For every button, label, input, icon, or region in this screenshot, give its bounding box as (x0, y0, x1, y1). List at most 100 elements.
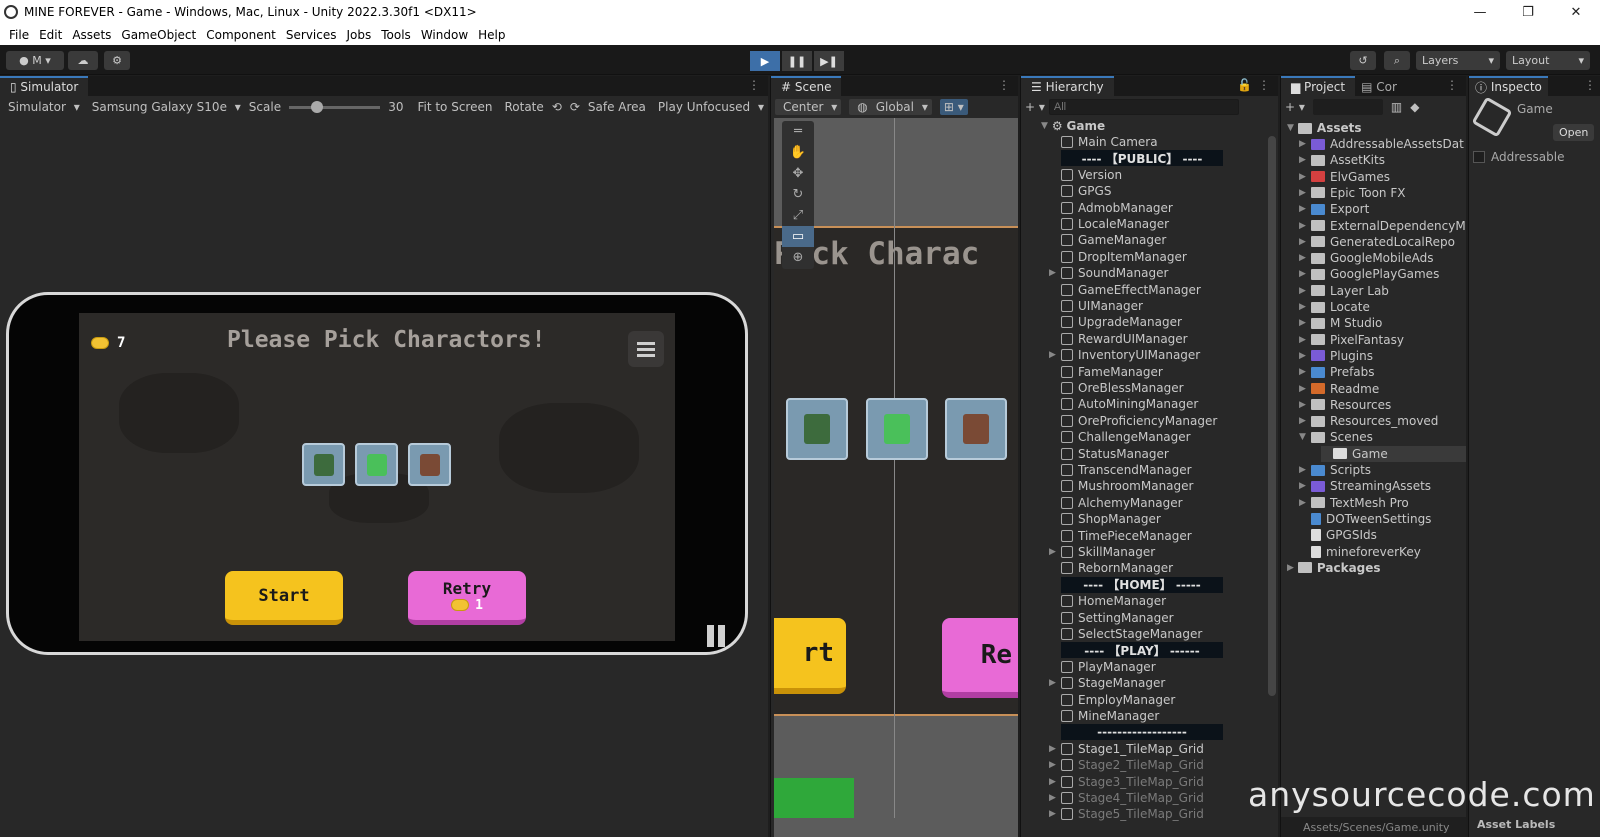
menu-gameobject[interactable]: GameObject (121, 28, 196, 42)
expand-arrow-icon[interactable]: ▶ (1299, 253, 1311, 263)
hierarchy-item[interactable]: ▶ Stage3_TileMap_Grid (1049, 774, 1204, 790)
hierarchy-separator[interactable]: ------------------ (1061, 724, 1223, 741)
project-folder[interactable]: ▶ Epic Toon FX (1299, 185, 1405, 201)
project-folder[interactable]: ▶ PixelFantasy (1299, 332, 1404, 348)
hierarchy-item[interactable]: ▶ StageManager (1049, 675, 1165, 691)
menu-assets[interactable]: Assets (72, 28, 111, 42)
project-folder[interactable]: ▶ ElvGames (1299, 169, 1390, 185)
project-folder[interactable]: ▶ GeneratedLocalRepo (1299, 234, 1455, 250)
character-slot-boy[interactable] (408, 443, 451, 486)
hierarchy-item[interactable]: OreProficiencyManager (1061, 413, 1217, 429)
menu-edit[interactable]: Edit (39, 28, 62, 42)
filter-icon[interactable]: ▥ (1391, 100, 1402, 114)
expand-arrow-icon[interactable]: ▶ (1299, 155, 1311, 165)
kebab-menu-icon[interactable]: ⋮ (998, 78, 1010, 92)
expand-arrow-icon[interactable]: ▶ (1299, 302, 1311, 312)
tab-simulator[interactable]: ▯ Simulator (0, 76, 89, 96)
cloud-icon[interactable]: ☁ (68, 51, 98, 70)
hierarchy-item[interactable]: ▶ Stage2_TileMap_Grid (1049, 757, 1204, 773)
play-button[interactable]: ▶ (750, 51, 780, 71)
hierarchy-item[interactable]: AutoMiningManager (1061, 396, 1198, 412)
kebab-menu-icon[interactable]: ⋮ (1584, 78, 1596, 92)
hierarchy-separator[interactable]: ---- 【HOME】 ----- (1061, 576, 1223, 593)
expand-arrow-icon[interactable]: ▼ (1299, 432, 1311, 442)
hand-tool-icon[interactable]: ✋ (782, 142, 814, 163)
hierarchy-item[interactable]: AlchemyManager (1061, 495, 1183, 511)
hierarchy-item[interactable]: AdmobManager (1061, 200, 1173, 216)
tab-hierarchy[interactable]: ☰ Hierarchy (1021, 76, 1114, 96)
expand-arrow-icon[interactable]: ▶ (1299, 318, 1311, 328)
minimize-icon[interactable]: — (1456, 0, 1504, 24)
hierarchy-item[interactable]: FameManager (1061, 364, 1163, 380)
project-folder[interactable]: ▶ Layer Lab (1299, 283, 1389, 299)
scale-slider[interactable] (289, 100, 381, 113)
rotate-left-icon[interactable]: ⟲ (552, 100, 562, 114)
tab-console[interactable]: ▤ Cor (1355, 76, 1403, 96)
hierarchy-item[interactable]: DropItemManager (1061, 249, 1187, 265)
expand-arrow-icon[interactable]: ▶ (1299, 351, 1311, 361)
project-folder[interactable]: Game (1321, 445, 1466, 462)
rotate-tool-icon[interactable]: ↻ (782, 184, 814, 205)
slider-handle[interactable] (311, 100, 324, 113)
expand-arrow-icon[interactable]: ▶ (1299, 286, 1311, 296)
scale-tool-icon[interactable]: ⤢ (782, 205, 814, 226)
tab-inspector[interactable]: ⓘ Inspecto (1469, 76, 1548, 96)
search-icon[interactable]: ⌕ (1384, 51, 1410, 70)
start-button[interactable]: Start (225, 571, 343, 625)
hamburger-menu-button[interactable] (628, 331, 664, 367)
expand-arrow-icon[interactable]: ▶ (1049, 350, 1056, 360)
hierarchy-item[interactable]: ShopManager (1061, 511, 1161, 527)
label-icon[interactable]: ◆ (1410, 100, 1419, 114)
project-folder[interactable]: ▶ Plugins (1299, 348, 1373, 364)
menu-window[interactable]: Window (421, 28, 468, 42)
scene-character-girl[interactable] (866, 398, 928, 460)
addressable-toggle[interactable]: Addressable (1473, 150, 1564, 164)
hierarchy-item[interactable]: ▶ SoundManager (1049, 265, 1168, 281)
project-folder[interactable]: ▶ M Studio (1299, 315, 1382, 331)
rect-tool-icon[interactable]: ▭ (782, 226, 814, 247)
project-folder[interactable]: ▶ ExternalDependencyM (1299, 218, 1466, 234)
move-tool-icon[interactable]: ✥ (782, 163, 814, 184)
expand-arrow-icon[interactable]: ▶ (1049, 777, 1056, 787)
expand-arrow-icon[interactable]: ▶ (1299, 400, 1311, 410)
addressable-checkbox[interactable] (1473, 151, 1485, 163)
kebab-menu-icon[interactable]: ⋮ (1258, 78, 1270, 92)
expand-arrow-icon[interactable]: ▶ (1049, 793, 1056, 803)
pause-icon[interactable] (707, 625, 727, 647)
simulator-mode-dropdown[interactable]: Simulator ▾ (4, 100, 80, 114)
hierarchy-root[interactable]: ▼ ⚙ Game (1041, 118, 1105, 134)
project-folder[interactable]: ▶ Locate (1299, 299, 1370, 315)
layout-dropdown[interactable]: Layout ▾ (1506, 51, 1590, 70)
expand-arrow-icon[interactable]: ▶ (1299, 237, 1311, 247)
hierarchy-item[interactable]: ChallengeManager (1061, 429, 1191, 445)
hierarchy-item[interactable]: MushroomManager (1061, 478, 1193, 494)
play-mode-dropdown[interactable]: Play Unfocused ▾ (654, 100, 764, 114)
scene-start-button[interactable]: rt (774, 618, 846, 694)
assets-root[interactable]: ▼ Assets (1287, 120, 1362, 136)
rotate-right-icon[interactable]: ⟳ (570, 100, 580, 114)
open-button[interactable]: Open (1553, 124, 1595, 141)
project-folder[interactable]: ▶ GooglePlayGames (1299, 266, 1439, 282)
hierarchy-item[interactable]: GameManager (1061, 232, 1166, 248)
scene-character-goblin[interactable] (786, 398, 848, 460)
account-dropdown[interactable]: ● M ▾ (6, 51, 64, 70)
safe-area-toggle[interactable]: Safe Area (588, 100, 646, 114)
hierarchy-item[interactable]: ▶ InventoryUIManager (1049, 347, 1200, 363)
collab-icon[interactable]: ⚙ (104, 51, 130, 70)
expand-arrow-icon[interactable]: ▶ (1299, 172, 1311, 182)
project-folder[interactable]: ▶ GoogleMobileAds (1299, 250, 1434, 266)
expand-arrow-icon[interactable]: ▼ (1287, 123, 1294, 133)
expand-arrow-icon[interactable]: ▶ (1049, 268, 1056, 278)
menu-services[interactable]: Services (286, 28, 337, 42)
hierarchy-item[interactable]: Version (1061, 167, 1122, 183)
project-folder[interactable]: ▶ Resources (1299, 397, 1391, 413)
kebab-menu-icon[interactable]: ⋮ (1446, 78, 1458, 92)
menu-component[interactable]: Component (206, 28, 276, 42)
transform-tool-icon[interactable]: ⊕ (782, 247, 814, 268)
hierarchy-item[interactable]: UpgradeManager (1061, 314, 1182, 330)
tab-scene[interactable]: # Scene (771, 76, 842, 96)
hierarchy-item[interactable]: ▶ Stage1_TileMap_Grid (1049, 741, 1204, 757)
expand-arrow-icon[interactable]: ▶ (1049, 760, 1056, 770)
project-folder[interactable]: ▶ Scripts (1299, 462, 1371, 478)
expand-arrow-icon[interactable]: ▶ (1287, 563, 1294, 573)
